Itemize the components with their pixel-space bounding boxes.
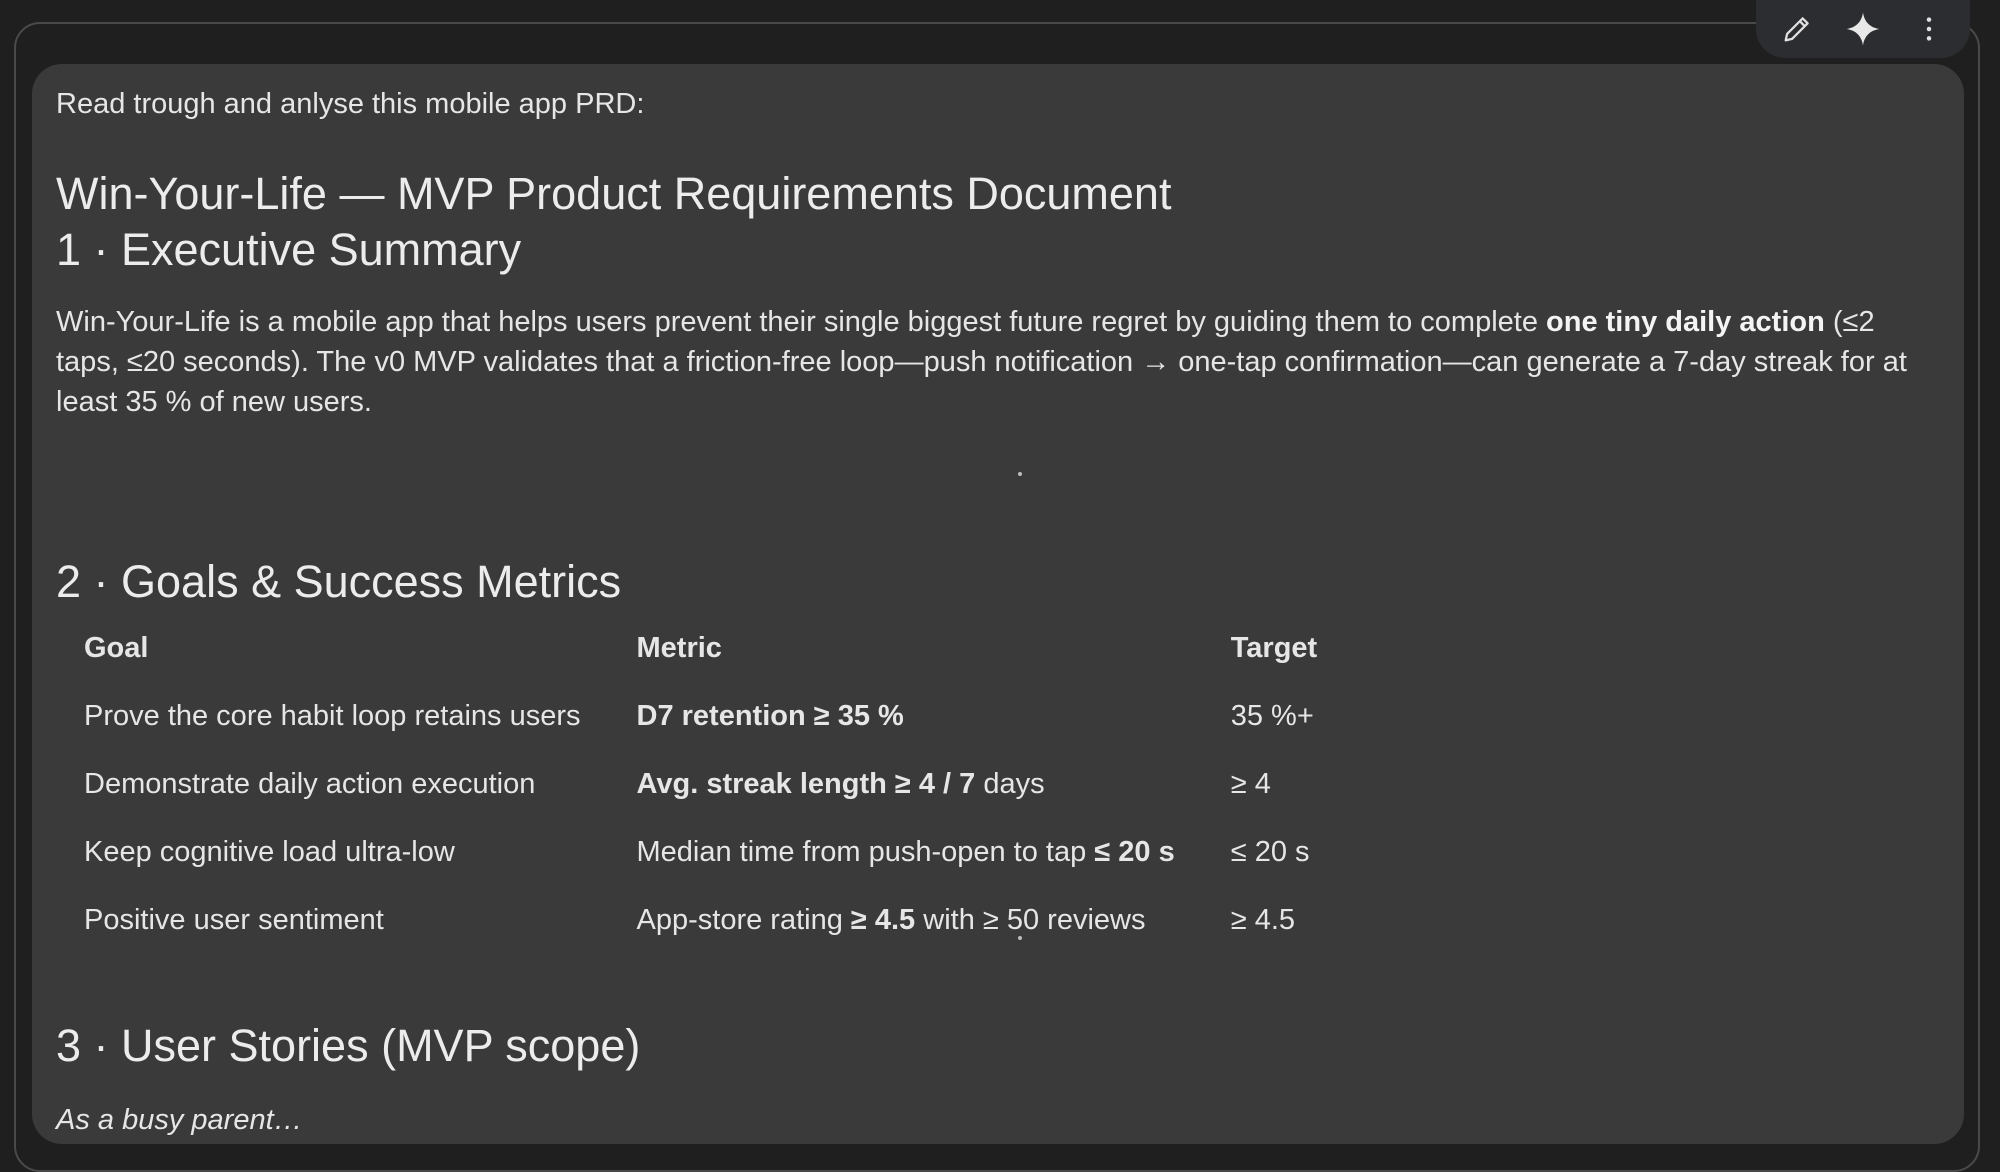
goals-metrics-table: Goal Metric Target Prove the core habit … xyxy=(56,614,1459,954)
header-metric: Metric xyxy=(636,631,722,664)
metric-cell: Median time from push-open to tap ≤ 20 s xyxy=(609,818,1203,886)
table-row: Keep cognitive load ultra-low Median tim… xyxy=(56,818,1459,886)
more-options-button[interactable] xyxy=(1903,3,1955,55)
metric-cell: D7 retention ≥ 35 % xyxy=(609,682,1203,750)
goal-cell: Demonstrate daily action execution xyxy=(84,767,536,800)
goal-cell: Keep cognitive load ultra-low xyxy=(84,835,455,868)
goal-cell: Positive user sentiment xyxy=(84,903,384,936)
target-cell: 35 %+ xyxy=(1230,699,1314,732)
document-title: Win-Your-Life — MVP Product Requirements… xyxy=(56,168,1172,219)
user-message-card: Read trough and anlyse this mobile app P… xyxy=(32,64,1964,1144)
section-separator xyxy=(1018,472,1022,476)
sparkle-icon xyxy=(1846,12,1880,46)
pencil-icon xyxy=(1784,17,1809,42)
metric-text: days xyxy=(975,767,1045,800)
table-row: Prove the core habit loop retains users … xyxy=(56,682,1459,750)
prompt-text: Read trough and anlyse this mobile app P… xyxy=(56,88,645,120)
metric-cell: Avg. streak length ≥ 4 / 7 days xyxy=(609,750,1203,818)
metric-bold-end: ≥ 4.5 xyxy=(850,903,916,936)
target-cell: ≥ 4.5 xyxy=(1230,903,1296,936)
heading-executive-summary: 1 · Executive Summary xyxy=(56,224,522,275)
edit-button[interactable] xyxy=(1771,3,1823,55)
metric-bold-end: ≤ 20 s xyxy=(1094,835,1175,868)
more-vertical-icon xyxy=(1926,17,1932,41)
table-row: Positive user sentiment App-store rating… xyxy=(56,886,1459,954)
metric-text-end: with ≥ 50 reviews xyxy=(915,903,1146,936)
metric-bold-start: D7 retention ≥ 35 % xyxy=(636,699,904,732)
summary-text-start: Win-Your-Life is a mobile app that helps… xyxy=(56,306,1547,338)
table-header-row: Goal Metric Target xyxy=(56,614,1459,682)
metric-cell: App-store rating ≥ 4.5 with ≥ 50 reviews xyxy=(609,886,1203,954)
header-target: Target xyxy=(1230,631,1318,664)
target-cell: ≤ 20 s xyxy=(1230,835,1310,868)
section-separator xyxy=(1018,936,1022,940)
user-story-persona: As a busy parent… xyxy=(56,1104,303,1136)
metric-text: App-store rating xyxy=(636,903,851,936)
message-toolbar xyxy=(1756,0,1970,58)
heading-goals-metrics: 2 · Goals & Success Metrics xyxy=(56,556,622,607)
goal-cell: Prove the core habit loop retains users xyxy=(84,699,581,732)
heading-user-stories: 3 · User Stories (MVP scope) xyxy=(56,1020,641,1071)
target-cell: ≥ 4 xyxy=(1230,767,1271,800)
metric-bold-start: Avg. streak length ≥ 4 / 7 xyxy=(636,767,976,800)
header-goal: Goal xyxy=(84,631,149,664)
table-row: Demonstrate daily action execution Avg. … xyxy=(56,750,1459,818)
executive-summary-text: Win-Your-Life is a mobile app that helps… xyxy=(56,302,1936,422)
summary-bold-phrase: one tiny daily action xyxy=(1546,306,1825,338)
metric-text: Median time from push-open to tap xyxy=(636,835,1095,868)
ai-assist-button[interactable] xyxy=(1837,3,1889,55)
